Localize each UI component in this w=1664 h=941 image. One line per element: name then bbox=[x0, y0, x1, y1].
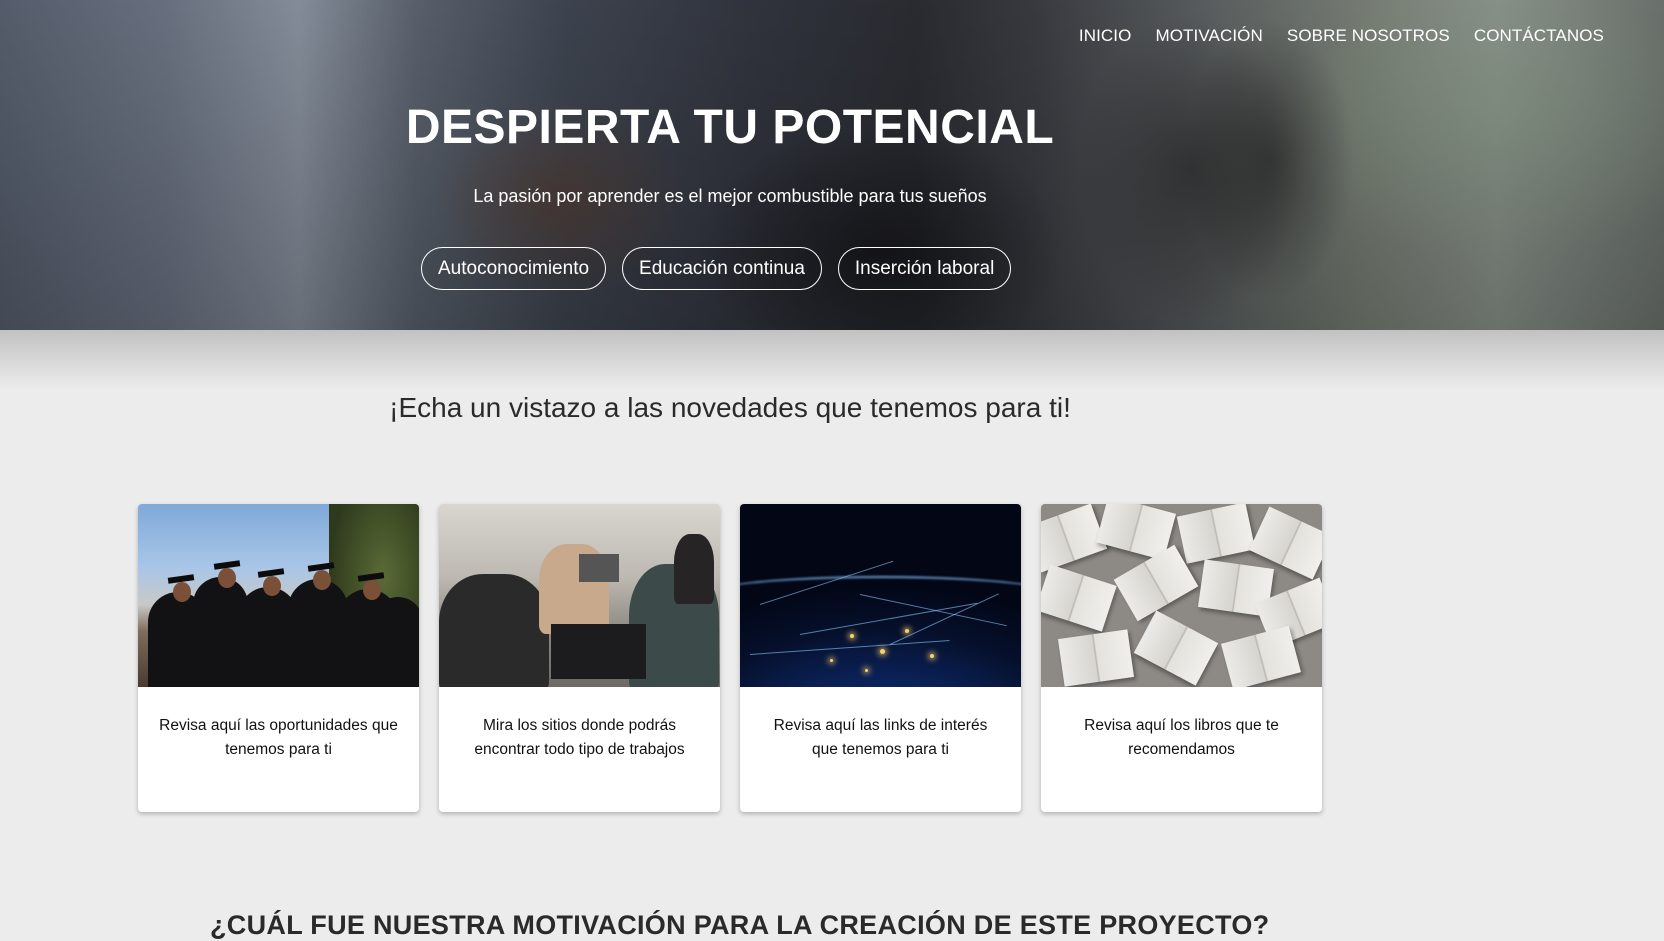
news-card-oportunidades[interactable]: Revisa aquí las oportunidades que tenemo… bbox=[138, 504, 419, 812]
open-books-photo bbox=[1041, 504, 1322, 687]
nav-sobre-nosotros[interactable]: SOBRE NOSOTROS bbox=[1287, 26, 1450, 46]
hero-banner: INICIO MOTIVACIÓN SOBRE NOSOTROS CONTÁCT… bbox=[0, 0, 1664, 330]
news-card-links[interactable]: Revisa aquí las links de interés que ten… bbox=[740, 504, 1021, 812]
card-text: Mira los sitios donde podrás encontrar t… bbox=[474, 717, 685, 758]
news-card-trabajos[interactable]: Mira los sitios donde podrás encontrar t… bbox=[439, 504, 720, 812]
pill-autoconocimiento[interactable]: Autoconocimiento bbox=[421, 247, 607, 290]
hero-title: DESPIERTA TU POTENCIAL bbox=[405, 101, 1055, 154]
pill-educacion-continua[interactable]: Educación continua bbox=[622, 247, 822, 290]
motivation-section-title: ¿CUÁL FUE NUESTRA MOTIVACIÓN PARA LA CRE… bbox=[210, 910, 1270, 940]
main-nav: INICIO MOTIVACIÓN SOBRE NOSOTROS CONTÁCT… bbox=[1079, 26, 1604, 46]
pill-insercion-laboral[interactable]: Inserción laboral bbox=[837, 247, 1012, 290]
hero-subtitle: La pasión por aprender es el mejor combu… bbox=[473, 186, 987, 206]
hero-pill-group: Autoconocimiento Educación continua Inse… bbox=[421, 247, 1012, 290]
card-text: Revisa aquí las oportunidades que tenemo… bbox=[159, 717, 398, 758]
nav-contactanos[interactable]: CONTÁCTANOS bbox=[1474, 26, 1604, 46]
news-card-libros[interactable]: Revisa aquí los libros que te recomendam… bbox=[1041, 504, 1322, 812]
nav-inicio[interactable]: INICIO bbox=[1079, 26, 1132, 46]
card-text: Revisa aquí las links de interés que ten… bbox=[773, 717, 988, 758]
graduates-photo bbox=[138, 504, 419, 687]
news-cards: Revisa aquí las oportunidades que tenemo… bbox=[138, 504, 1322, 812]
news-section-title: ¡Echa un vistazo a las novedades que ten… bbox=[389, 392, 1071, 423]
card-text: Revisa aquí los libros que te recomendam… bbox=[1084, 717, 1279, 758]
earth-network-photo bbox=[740, 504, 1021, 687]
nav-motivacion[interactable]: MOTIVACIÓN bbox=[1155, 26, 1262, 46]
office-workers-photo bbox=[439, 504, 720, 687]
hero-shadow bbox=[0, 330, 1664, 390]
